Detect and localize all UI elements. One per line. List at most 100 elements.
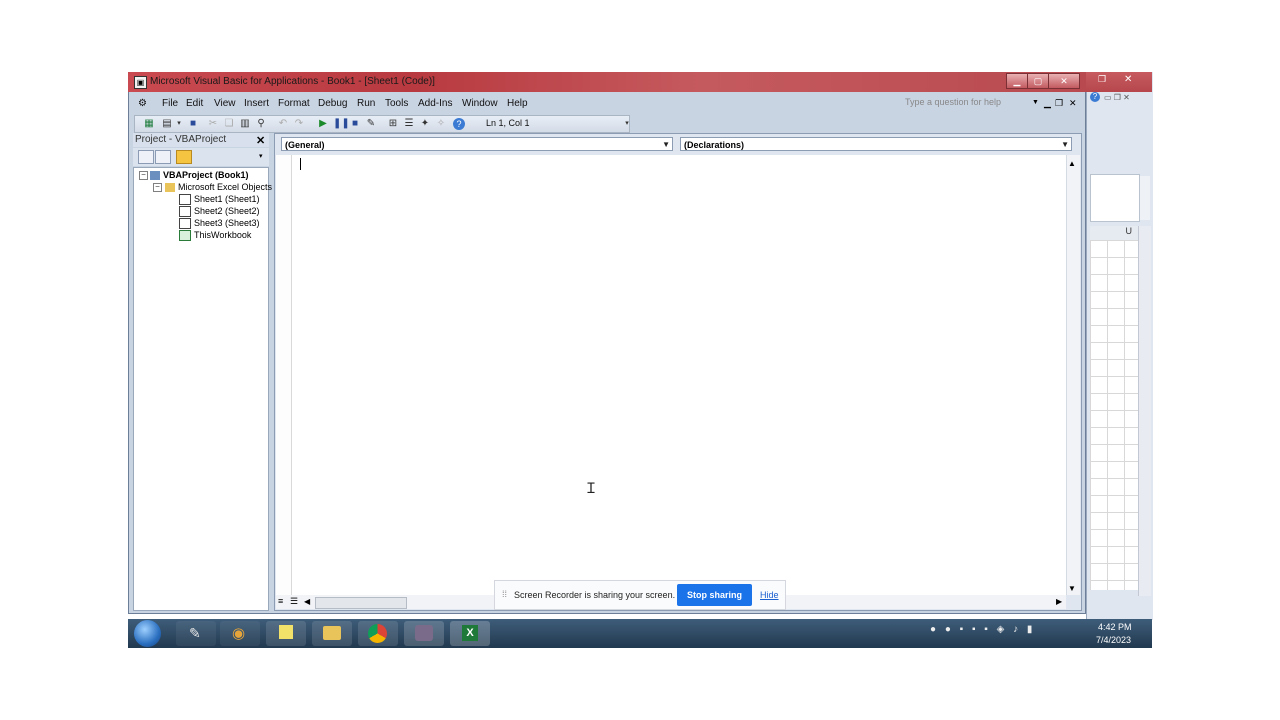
taskbar-chrome-icon[interactable]	[358, 621, 398, 646]
taskbar-media-icon[interactable]: ◉	[220, 621, 260, 646]
expand-folder-icon[interactable]: −	[153, 183, 162, 192]
recorder-icon	[415, 625, 433, 641]
menu-view[interactable]: View	[214, 98, 236, 109]
scroll-right-icon[interactable]: ▶	[1056, 597, 1062, 606]
tree-item-thisworkbook[interactable]: ThisWorkbook	[179, 230, 252, 242]
toggle-folders-icon[interactable]	[176, 150, 192, 164]
system-tray[interactable]: ● ● ▪ ▪ ▪ ◈ ♪ ▮	[930, 624, 1090, 642]
excel-cell-grid[interactable]	[1090, 240, 1138, 590]
toolbox-icon[interactable]: ✧	[435, 118, 447, 130]
taskbar-excel-icon[interactable]: X	[450, 621, 490, 646]
menu-edit[interactable]: Edit	[186, 98, 203, 109]
vba-menu-icon[interactable]: ⚙	[138, 98, 147, 109]
procedure-dropdown-value: (Declarations)	[684, 140, 745, 150]
project-pane-scroll-icon[interactable]: ▾	[259, 152, 263, 160]
menu-run[interactable]: Run	[357, 98, 375, 109]
object-dropdown[interactable]: (General) ▼	[281, 137, 673, 151]
tree-item-label: ThisWorkbook	[194, 230, 252, 240]
view-code-icon[interactable]	[138, 150, 154, 164]
project-explorer-icon[interactable]: ⊞	[387, 118, 399, 130]
tree-item-sheet3[interactable]: Sheet3 (Sheet3)	[179, 218, 260, 230]
maximize-icon[interactable]: ▢	[1027, 73, 1049, 89]
project-pane-close-icon[interactable]: ✕	[256, 134, 265, 147]
break-icon[interactable]: ❚❚	[333, 118, 350, 130]
minimize-icon[interactable]: ▁	[1006, 73, 1028, 89]
taskbar-paint-icon[interactable]: ✎	[176, 621, 216, 646]
excel-help-icon[interactable]: ?	[1090, 92, 1100, 102]
run-icon[interactable]: ▶	[317, 118, 329, 130]
insert-userform-icon[interactable]: ▤	[161, 118, 173, 130]
taskbar-explorer-icon[interactable]	[312, 621, 352, 646]
menu-help[interactable]: Help	[507, 98, 528, 109]
tree-folder-label: Microsoft Excel Objects	[178, 182, 273, 192]
menu-insert[interactable]: Insert	[244, 98, 269, 109]
properties-icon[interactable]: ☰	[403, 118, 415, 130]
redo-icon[interactable]: ↷	[293, 118, 305, 130]
horizontal-scroll-thumb[interactable]	[315, 597, 407, 609]
share-message: Screen Recorder is sharing your screen.	[514, 590, 676, 600]
drag-handle-icon[interactable]: ⁞⁞	[502, 589, 507, 599]
tree-item-label: Sheet1 (Sheet1)	[194, 194, 260, 204]
code-editor[interactable]	[276, 155, 1066, 595]
menu-file[interactable]: File	[162, 98, 178, 109]
excel-restore-icon[interactable]: ❐	[1098, 74, 1106, 85]
excel-formula-scroll[interactable]	[1140, 176, 1150, 220]
paste-icon[interactable]: ▥	[239, 118, 251, 130]
cut-icon[interactable]: ✂	[207, 118, 219, 130]
reset-icon[interactable]: ■	[349, 118, 361, 130]
object-dropdown-value: (General)	[285, 140, 325, 150]
folder-icon	[323, 626, 341, 640]
close-icon[interactable]: ✕	[1048, 73, 1080, 89]
menu-format[interactable]: Format	[278, 98, 310, 109]
taskbar-recorder-icon[interactable]	[404, 621, 444, 646]
insert-dropdown-icon[interactable]: ▾	[173, 118, 185, 130]
code-margin-indicator-bar[interactable]	[276, 155, 292, 595]
text-cursor-icon: Ｉ	[584, 481, 598, 497]
tree-item-excel-objects[interactable]: Microsoft Excel Objects	[165, 182, 273, 193]
excel-vertical-scrollbar[interactable]	[1138, 226, 1151, 596]
tree-item-sheet1[interactable]: Sheet1 (Sheet1)	[179, 194, 260, 206]
find-icon[interactable]: ⚲	[255, 118, 267, 130]
standard-toolbar: ▦ ▤ ▾ ■ ✂ ❏ ▥ ⚲ ↶ ↷ ▶ ❚❚ ■ ✎ ⊞ ☰ ✦ ✧ ? ▾	[134, 115, 630, 133]
child-restore-icon[interactable]: ❐	[1055, 98, 1063, 109]
vbe-titlebar[interactable]: ▣ Microsoft Visual Basic for Application…	[128, 72, 1086, 92]
scroll-left-icon[interactable]: ◀	[304, 597, 310, 606]
procedure-dropdown[interactable]: (Declarations) ▼	[680, 137, 1072, 151]
full-module-view-icon[interactable]: ☰	[290, 596, 298, 607]
object-browser-icon[interactable]: ✦	[419, 118, 431, 130]
hide-link[interactable]: Hide	[760, 590, 779, 600]
clock-time[interactable]: 4:42 PM	[1098, 622, 1132, 632]
help-icon[interactable]: ?	[453, 118, 465, 130]
start-button-icon[interactable]	[134, 620, 161, 647]
notes-icon	[279, 625, 293, 639]
scroll-up-icon[interactable]: ▲	[1066, 158, 1078, 170]
scroll-down-icon[interactable]: ▼	[1066, 583, 1078, 595]
save-icon[interactable]: ■	[187, 118, 199, 130]
excel-close-icon[interactable]: ✕	[1124, 74, 1132, 85]
menu-tools[interactable]: Tools	[385, 98, 408, 109]
toolbar-overflow-icon[interactable]: ▾	[621, 118, 633, 130]
help-dropdown-icon[interactable]: ▼	[1032, 99, 1039, 106]
clock-date[interactable]: 7/4/2023	[1096, 635, 1131, 645]
help-search-input[interactable]: Type a question for help	[905, 97, 1033, 111]
tree-item-sheet2[interactable]: Sheet2 (Sheet2)	[179, 206, 260, 218]
view-object-icon[interactable]	[155, 150, 171, 164]
procedure-view-icon[interactable]: ≡	[278, 596, 283, 606]
design-mode-icon[interactable]: ✎	[365, 118, 377, 130]
stop-sharing-button[interactable]: Stop sharing	[677, 584, 752, 606]
excel-formula-bar[interactable]	[1090, 174, 1140, 222]
expand-root-icon[interactable]: −	[139, 171, 148, 180]
tree-item-vbaproject[interactable]: VBAProject (Book1)	[150, 170, 249, 181]
child-close-icon[interactable]: ✕	[1069, 98, 1077, 109]
excel-window-controls[interactable]: ▭ ❐ ✕	[1104, 93, 1130, 102]
undo-icon[interactable]: ↶	[277, 118, 289, 130]
code-vertical-scrollbar[interactable]	[1066, 155, 1080, 595]
menu-add-ins[interactable]: Add-Ins	[418, 98, 452, 109]
excel-column-header[interactable]: U	[1090, 226, 1138, 241]
child-minimize-icon[interactable]: ▁	[1044, 98, 1051, 109]
taskbar-notes-icon[interactable]	[266, 621, 306, 646]
view-excel-icon[interactable]: ▦	[143, 118, 155, 130]
menu-window[interactable]: Window	[462, 98, 498, 109]
copy-icon[interactable]: ❏	[223, 118, 235, 130]
menu-debug[interactable]: Debug	[318, 98, 347, 109]
